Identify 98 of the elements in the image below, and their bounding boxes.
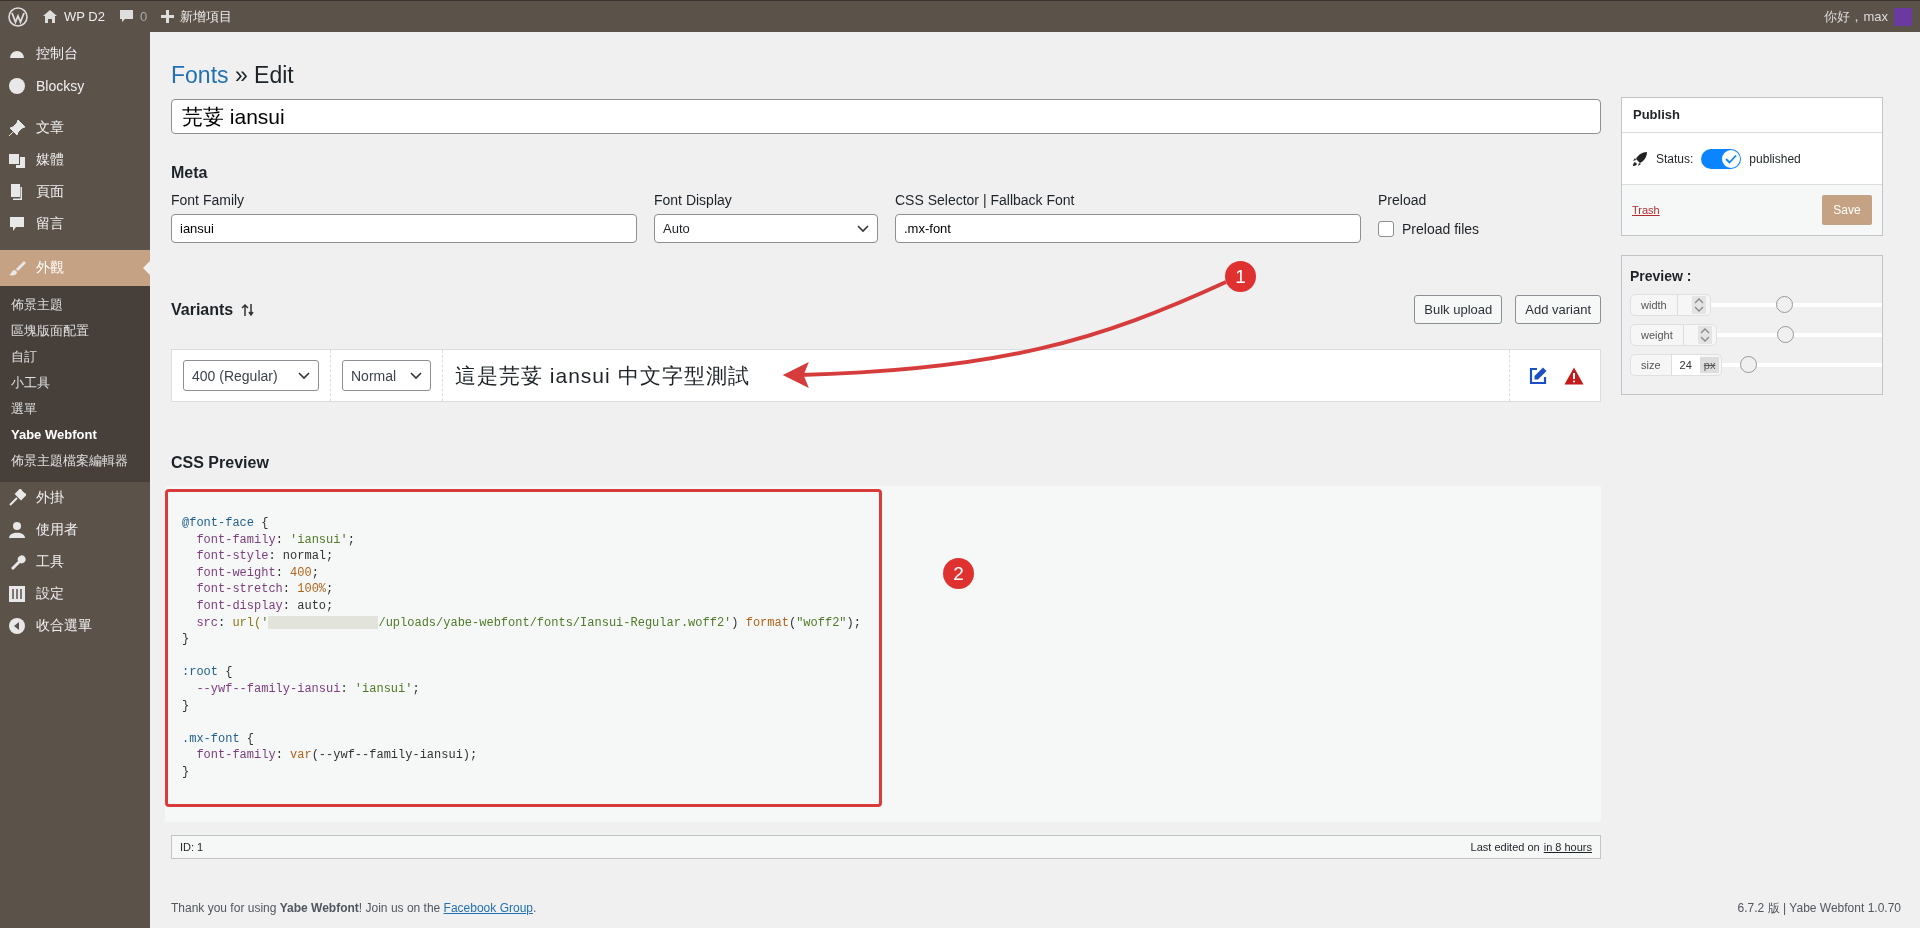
font-display-select[interactable]: Auto (654, 214, 878, 243)
last-edited-text: Last edited on (1470, 841, 1540, 853)
chevron-down-icon (298, 371, 310, 380)
status-label: Status: (1656, 151, 1694, 166)
page-title: » Edit (234, 62, 294, 88)
menu-icon (8, 77, 26, 95)
time-link[interactable]: in 8 hours (1543, 841, 1592, 853)
menu-icon (8, 119, 26, 137)
submenu-item[interactable]: 佈景主題 (0, 292, 150, 318)
new-item-link[interactable]: 新增項目 (180, 7, 233, 26)
submenu-item[interactable]: 選單 (0, 396, 150, 422)
secondary-button[interactable]: Add variant (1515, 295, 1601, 324)
code-line: } (182, 631, 191, 648)
font-preview-text: 這是芫荽 iansui 中文字型測試 (455, 362, 750, 389)
submenu-item[interactable]: 小工具 (0, 370, 150, 396)
comment-bubble-icon (118, 9, 134, 24)
slider-thumb[interactable] (1776, 326, 1794, 343)
menu-icon (8, 585, 26, 603)
menu-item[interactable]: 控制台 (0, 38, 150, 70)
menu-item[interactable]: 使用者 (0, 514, 150, 546)
status-text: published (1749, 151, 1801, 166)
rocket-icon (1632, 150, 1648, 167)
home-icon (42, 9, 58, 24)
field-label: Font Display (654, 192, 733, 208)
section-heading: Variants (171, 300, 234, 319)
facebook-group-link[interactable]: Facebook Group (443, 901, 533, 915)
warning-icon[interactable] (1564, 366, 1584, 385)
menu-item[interactable]: 設定 (0, 578, 150, 610)
code-line: .mx-font { (182, 730, 255, 748)
font-family-field[interactable]: iansui (171, 214, 637, 243)
secondary-button[interactable]: Bulk upload (1414, 295, 1503, 324)
code-line: src: url(' /uploads/yabe-webfont/fonts/Iansui-Regular.woff2') format("woff2"); (195, 614, 862, 632)
menu-item[interactable]: 工具 (0, 546, 150, 578)
code-line: :root { (182, 664, 234, 681)
version-text: 6.7.2 版 | Yabe Webfont 1.0.70 (1737, 899, 1901, 917)
code-line: font-display: auto; (195, 597, 335, 615)
id-text: ID: 1 (180, 841, 204, 853)
code-line: font-weight: 400; (195, 564, 320, 582)
slider-thumb[interactable] (1739, 356, 1757, 373)
menu-item[interactable]: 文章 (0, 112, 150, 144)
trash-link[interactable]: Trash (1632, 204, 1660, 216)
menu-item[interactable]: 收合選單 (0, 610, 150, 642)
site-name-link[interactable]: WP D2 (64, 9, 105, 24)
fonts-link[interactable]: Fonts (171, 62, 229, 88)
css-selector-field[interactable]: .mx-font (895, 214, 1361, 243)
spinner-icon[interactable] (1691, 296, 1706, 314)
panel-title: Preview : (1630, 268, 1693, 284)
code-line: } (182, 763, 191, 781)
menu-item[interactable]: 外掛 (0, 482, 150, 514)
code-line: font-style: normal; (195, 548, 335, 565)
preload-checkbox[interactable] (1378, 220, 1394, 237)
menu-icon (8, 521, 26, 539)
code-line: --ywf--family-iansui: 'iansui'; (195, 680, 421, 698)
annotation-number: 2 (943, 558, 974, 589)
chevron-down-icon (857, 224, 869, 233)
code-line: font-family: 'iansui'; (195, 531, 356, 549)
code-line: font-family: var(--ywf--family-iansui); (195, 747, 479, 764)
status-toggle[interactable] (1701, 148, 1742, 169)
panel-title: Publish (1622, 98, 1882, 133)
menu-icon (8, 215, 26, 233)
menu-icon (8, 489, 26, 507)
menu-item[interactable]: 媒體 (0, 144, 150, 176)
check-icon (1725, 153, 1738, 164)
edit-icon[interactable] (1528, 365, 1548, 386)
menu-icon (8, 259, 26, 277)
preview-input[interactable]: size 24 px (1630, 354, 1723, 376)
submenu-item[interactable]: Yabe Webfont (0, 422, 150, 448)
code-line: } (182, 697, 191, 715)
title-field[interactable]: 芫荽 iansui (171, 99, 1601, 134)
menu-icon (8, 151, 26, 169)
field-label: Preload (1378, 192, 1428, 208)
code-line: font-stretch: 100%; (195, 581, 335, 598)
chevron-down-icon (410, 371, 422, 380)
submenu-item[interactable]: 自訂 (0, 344, 150, 370)
style-select[interactable]: Normal (342, 360, 431, 391)
section-heading: Meta (171, 164, 209, 182)
plus-icon (161, 10, 175, 23)
field-label: Font Family (171, 192, 246, 208)
greeting-text[interactable]: 你好，max (1824, 7, 1888, 26)
submenu-item[interactable]: 佈景主題檔案編輯器 (0, 448, 150, 474)
code-line: @font-face { (182, 515, 270, 532)
footer-text: Thank you for using Yabe Webfont! Join us on the Facebook Group. (171, 901, 537, 915)
preview-input[interactable]: width (1630, 294, 1711, 316)
preview-input[interactable]: weight (1630, 324, 1717, 346)
annotation-number: 1 (1225, 261, 1256, 292)
menu-icon (8, 617, 26, 635)
section-heading: CSS Preview (171, 454, 270, 472)
submenu-item[interactable]: 區塊版面配置 (0, 318, 150, 344)
menu-item[interactable]: 頁面 (0, 176, 150, 208)
checkbox-label[interactable]: Preload files (1402, 220, 1480, 237)
slider-thumb[interactable] (1776, 296, 1794, 313)
wordpress-logo-icon[interactable] (8, 6, 28, 27)
weight-select[interactable]: 400 (Regular) (183, 360, 319, 391)
field-label: CSS Selector | Fallback Font (895, 192, 1076, 208)
spinner-icon[interactable] (1697, 326, 1712, 344)
sort-arrows-icon[interactable] (241, 302, 256, 317)
menu-item[interactable]: Blocksy (0, 70, 150, 102)
menu-item[interactable]: 留言 (0, 208, 150, 240)
